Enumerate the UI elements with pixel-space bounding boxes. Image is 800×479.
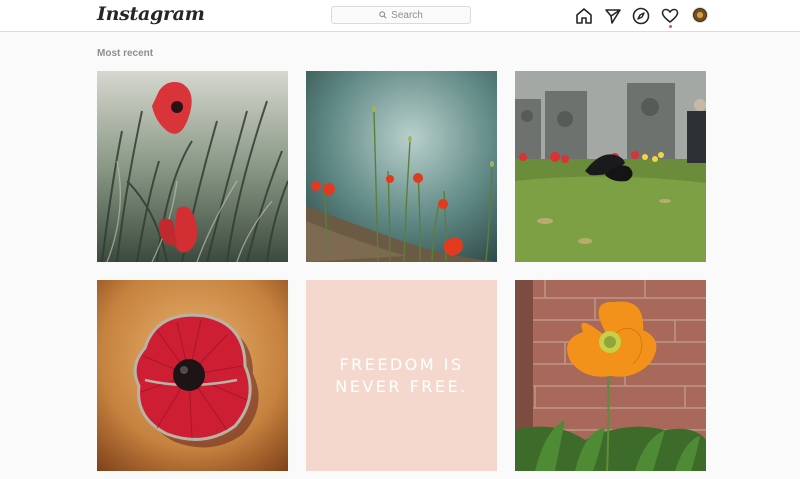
profile-avatar[interactable] xyxy=(692,7,708,23)
search-input[interactable]: Search xyxy=(331,6,471,24)
post-poppies-by-water[interactable] xyxy=(306,71,497,262)
quote-line-2: NEVER FREE. xyxy=(335,376,468,396)
quote-text: FREEDOM IS NEVER FREE. xyxy=(306,280,497,471)
top-nav-bar: Instagram Search xyxy=(0,0,800,32)
home-icon[interactable] xyxy=(574,6,594,26)
heart-icon xyxy=(661,8,679,23)
post-freedom-quote[interactable]: FREEDOM IS NEVER FREE. xyxy=(306,280,497,471)
search-icon xyxy=(379,11,387,19)
direct-icon[interactable] xyxy=(603,6,623,26)
quote-line-1: FREEDOM IS xyxy=(339,354,464,374)
search-placeholder: Search xyxy=(391,9,423,21)
notification-dot xyxy=(669,25,672,28)
instagram-logo[interactable]: Instagram xyxy=(97,3,205,25)
section-title: Most recent xyxy=(97,48,154,59)
activity-button[interactable] xyxy=(660,6,680,28)
post-poppy-pin[interactable] xyxy=(97,280,288,471)
post-poppies-in-grass[interactable] xyxy=(97,71,288,262)
explore-icon[interactable] xyxy=(631,6,651,26)
post-orange-poppy[interactable] xyxy=(515,280,706,471)
post-memorial-crows[interactable] xyxy=(515,71,706,262)
